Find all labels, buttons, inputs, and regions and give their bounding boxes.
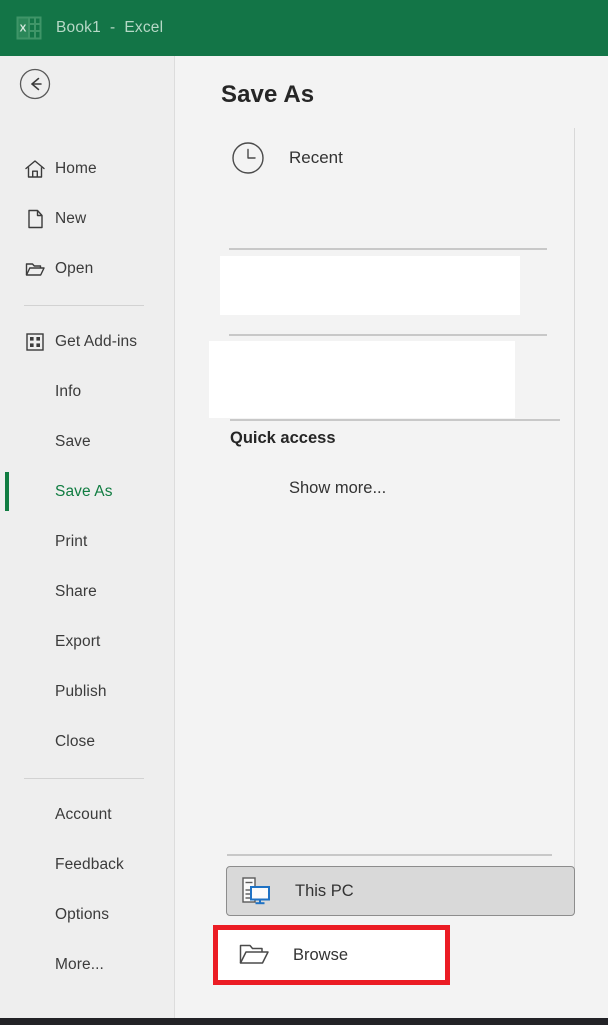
sidebar-item-more[interactable]: More... bbox=[0, 940, 174, 990]
sidebar-item-save[interactable]: Save bbox=[0, 417, 174, 467]
sidebar-item-publish[interactable]: Publish bbox=[0, 667, 174, 717]
window-title: Book1 - Excel bbox=[56, 19, 164, 36]
place-item-this-pc[interactable]: This PC bbox=[226, 866, 575, 916]
recent-label: Recent bbox=[289, 148, 343, 167]
excel-backstage-window: X Book1 - Excel Home New Open Get Add-in… bbox=[0, 0, 608, 1025]
title-bar: X Book1 - Excel bbox=[0, 0, 608, 56]
sidebar-item-label: Save As bbox=[55, 483, 113, 500]
sidebar-item-open[interactable]: Open bbox=[0, 244, 174, 294]
sidebar-item-get-add-ins[interactable]: Get Add-ins bbox=[0, 317, 174, 367]
save-as-panel: Save As Recent Quick access Show more... bbox=[176, 56, 608, 1018]
sidebar-item-label: More... bbox=[55, 956, 104, 973]
sidebar-item-print[interactable]: Print bbox=[0, 517, 174, 567]
sidebar-nav: Home New Open Get Add-ins Info Save Save… bbox=[0, 144, 174, 990]
show-more-link[interactable]: Show more... bbox=[289, 479, 386, 498]
this-pc-icon bbox=[239, 874, 273, 908]
place-label: Browse bbox=[293, 945, 349, 964]
sidebar-item-label: Save bbox=[55, 433, 91, 450]
backstage-sidebar: Home New Open Get Add-ins Info Save Save… bbox=[0, 56, 175, 1018]
browse-folder-icon bbox=[237, 938, 271, 972]
sidebar-item-export[interactable]: Export bbox=[0, 617, 174, 667]
sidebar-item-label: Open bbox=[55, 260, 94, 277]
sidebar-item-label: Get Add-ins bbox=[55, 333, 138, 350]
quick-access-heading: Quick access bbox=[230, 429, 336, 447]
bottom-strip bbox=[0, 1018, 608, 1025]
place-label: This PC bbox=[295, 881, 354, 900]
sidebar-item-label: Account bbox=[55, 806, 112, 823]
places-separator bbox=[227, 854, 552, 856]
sidebar-item-save-as[interactable]: Save As bbox=[0, 467, 174, 517]
sidebar-item-share[interactable]: Share bbox=[0, 567, 174, 617]
sidebar-divider-top bbox=[24, 305, 144, 306]
sidebar-item-label: Publish bbox=[55, 683, 107, 700]
recent-list-placeholder-1 bbox=[220, 256, 520, 315]
home-icon bbox=[24, 158, 46, 180]
sidebar-item-label: New bbox=[55, 210, 87, 227]
page-title: Save As bbox=[221, 81, 315, 108]
sidebar-item-label: Options bbox=[55, 906, 110, 923]
sidebar-item-label: Close bbox=[55, 733, 96, 750]
sidebar-divider-bottom bbox=[24, 778, 144, 779]
sidebar-item-label: Export bbox=[55, 633, 101, 650]
back-arrow-icon[interactable] bbox=[19, 68, 51, 100]
sidebar-item-account[interactable]: Account bbox=[0, 790, 174, 840]
sidebar-item-label: Home bbox=[55, 160, 97, 177]
recent-list-placeholder-2 bbox=[209, 341, 515, 418]
excel-icon: X bbox=[16, 16, 42, 40]
sidebar-item-new[interactable]: New bbox=[0, 194, 174, 244]
sidebar-item-home[interactable]: Home bbox=[0, 144, 174, 194]
sidebar-item-label: Share bbox=[55, 583, 97, 600]
clock-icon bbox=[232, 142, 264, 174]
content-rail-divider bbox=[574, 128, 575, 870]
active-accent-bar bbox=[5, 472, 9, 511]
sidebar-item-label: Feedback bbox=[55, 856, 124, 873]
sidebar-item-options[interactable]: Options bbox=[0, 890, 174, 940]
quick-access-separator bbox=[230, 419, 560, 421]
sidebar-item-feedback[interactable]: Feedback bbox=[0, 840, 174, 890]
place-item-browse[interactable]: Browse bbox=[213, 925, 450, 985]
sidebar-item-info[interactable]: Info bbox=[0, 367, 174, 417]
recent-separator-1 bbox=[229, 248, 547, 250]
sidebar-item-close[interactable]: Close bbox=[0, 717, 174, 767]
sidebar-item-label: Print bbox=[55, 533, 88, 550]
recent-place-row[interactable]: Recent bbox=[230, 140, 343, 176]
page-icon bbox=[24, 208, 46, 230]
svg-text:X: X bbox=[20, 24, 27, 35]
recent-separator-2 bbox=[229, 334, 547, 336]
sidebar-item-label: Info bbox=[55, 383, 82, 400]
addins-icon bbox=[24, 331, 46, 353]
folder-icon bbox=[24, 258, 46, 280]
